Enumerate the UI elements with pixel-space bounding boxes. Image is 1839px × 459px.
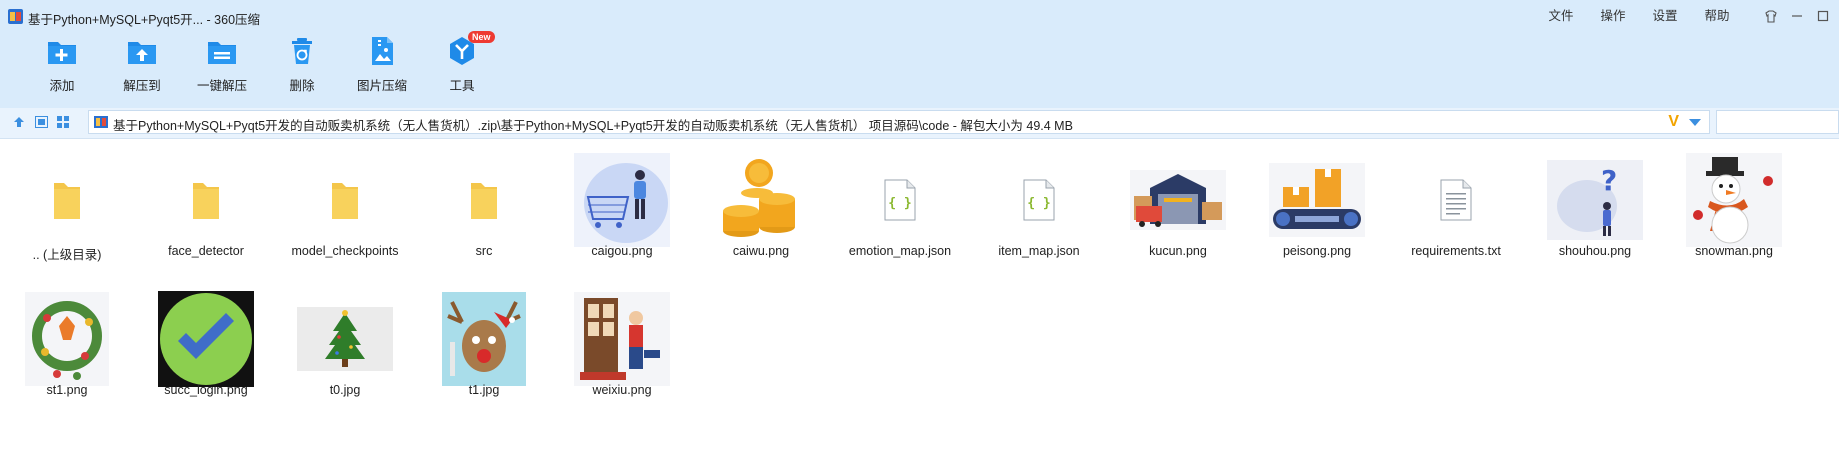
tools-label: 工具	[449, 79, 475, 93]
file-name: face_detector	[168, 244, 244, 258]
file-item-shouhou[interactable]: ? shouhou.png	[1530, 146, 1660, 276]
dropdown-arrow-icon[interactable]	[1689, 119, 1701, 126]
list-view-icon[interactable]	[34, 115, 48, 129]
maximize-icon[interactable]	[1813, 7, 1833, 25]
window-title: 基于Python+MySQL+Pyqt5开... - 360压缩	[28, 13, 261, 27]
file-item-st1[interactable]: st1.png	[2, 285, 132, 415]
app-logo-icon	[8, 9, 23, 24]
file-item-model-checkpoints[interactable]: model_checkpoints	[280, 146, 410, 276]
folder-icon	[471, 183, 497, 219]
file-name: kucun.png	[1149, 244, 1207, 258]
one-click-extract-label: 一键解压	[196, 79, 247, 93]
menu-operate[interactable]: 操作	[1587, 7, 1639, 25]
one-click-extract-button[interactable]: 一键解压	[182, 34, 262, 94]
folder-icon	[332, 183, 358, 219]
json-file-icon: { }	[1023, 179, 1055, 221]
add-label: 添加	[49, 79, 75, 93]
file-item-snowman[interactable]: snowman.png	[1669, 146, 1799, 276]
file-item-item-map[interactable]: { } item_map.json	[974, 146, 1104, 276]
file-name: requirements.txt	[1411, 244, 1501, 258]
nav-icons	[12, 115, 70, 129]
file-item-requirements[interactable]: requirements.txt	[1391, 146, 1521, 276]
menu-settings[interactable]: 设置	[1639, 7, 1691, 25]
file-name: emotion_map.json	[848, 244, 952, 258]
shopping-cart-thumbnail	[574, 153, 670, 247]
file-item-kucun[interactable]: kucun.png	[1113, 146, 1243, 276]
archive-icon	[94, 116, 108, 128]
file-name: succ_login.png	[164, 383, 248, 397]
address-row: 基于Python+MySQL+Pyqt5开发的自动贩卖机系统（无人售货机）.zi…	[0, 108, 1839, 139]
svg-text:{ }: { }	[1027, 196, 1050, 211]
repairman-thumbnail	[574, 292, 670, 386]
new-badge: New	[468, 31, 495, 43]
wreath-fox-thumbnail	[25, 292, 109, 386]
file-item-caigou[interactable]: caigou.png	[557, 146, 687, 276]
file-name: src	[475, 244, 493, 258]
file-item-emotion-map[interactable]: { } emotion_map.json	[835, 146, 965, 276]
extract-to-label: 解压到	[123, 79, 161, 93]
extract-to-icon	[128, 42, 156, 64]
svg-text:{ }: { }	[888, 196, 911, 211]
file-name: .. (上级目录)	[32, 248, 102, 262]
file-item-t0[interactable]: t0.jpg	[280, 285, 410, 415]
search-input[interactable]	[1716, 110, 1839, 134]
file-name: shouhou.png	[1558, 244, 1632, 258]
image-compress-label: 图片压缩	[356, 79, 407, 93]
file-item-weixiu[interactable]: weixiu.png	[557, 285, 687, 415]
add-button[interactable]: 添加	[22, 34, 102, 94]
christmas-tree-thumbnail	[297, 307, 393, 371]
file-name: model_checkpoints	[291, 244, 399, 258]
title-toolbar-area: 基于Python+MySQL+Pyqt5开... - 360压缩 文件 操作 设…	[0, 0, 1839, 108]
file-name: st1.png	[46, 383, 88, 397]
file-item-caiwu[interactable]: caiwu.png	[696, 146, 826, 276]
file-name: peisong.png	[1282, 244, 1352, 258]
file-item-src[interactable]: src	[419, 146, 549, 276]
file-item-face-detector[interactable]: face_detector	[141, 146, 271, 276]
coins-thumbnail	[713, 153, 809, 247]
folder-icon	[193, 183, 219, 219]
file-item-parent-dir[interactable]: .. (上级目录)	[2, 146, 132, 276]
toolbar: 添加 解压到 一键解压 删除 图片压缩 New 工具	[22, 31, 502, 94]
customer-service-thumbnail: ?	[1547, 160, 1643, 240]
warehouse-thumbnail	[1130, 170, 1226, 230]
grid-view-icon[interactable]	[56, 115, 70, 129]
add-icon	[48, 42, 76, 64]
window-controls	[1761, 7, 1833, 25]
delete-icon	[292, 38, 312, 64]
file-name: t0.jpg	[329, 383, 361, 397]
skin-icon[interactable]	[1761, 7, 1781, 25]
image-compress-icon	[372, 37, 393, 65]
verify-v-icon[interactable]: V	[1668, 113, 1679, 131]
folder-icon	[54, 183, 80, 219]
snowman-thumbnail	[1686, 153, 1782, 247]
file-item-t1[interactable]: t1.jpg	[419, 285, 549, 415]
file-name: t1.jpg	[468, 383, 500, 397]
conveyor-boxes-thumbnail	[1269, 163, 1365, 237]
file-name: weixiu.png	[592, 383, 652, 397]
menu-file[interactable]: 文件	[1535, 7, 1587, 25]
up-arrow-icon[interactable]	[12, 115, 26, 129]
file-name: item_map.json	[998, 244, 1080, 258]
json-file-icon: { }	[884, 179, 916, 221]
menu-bar: 文件 操作 设置 帮助	[1535, 7, 1743, 25]
file-item-peisong[interactable]: peisong.png	[1252, 146, 1382, 276]
address-path: 基于Python+MySQL+Pyqt5开发的自动贩卖机系统（无人售货机）.zi…	[113, 119, 1073, 133]
menu-help[interactable]: 帮助	[1691, 7, 1743, 25]
file-name: snowman.png	[1695, 244, 1773, 258]
delete-label: 删除	[289, 79, 315, 93]
checkmark-thumbnail	[158, 291, 254, 387]
delete-button[interactable]: 删除	[262, 34, 342, 94]
one-click-extract-icon	[208, 42, 236, 64]
address-bar[interactable]: 基于Python+MySQL+Pyqt5开发的自动贩卖机系统（无人售货机）.zi…	[88, 110, 1710, 134]
extract-to-button[interactable]: 解压到	[102, 34, 182, 94]
svg-text:?: ?	[1601, 164, 1617, 197]
image-compress-button[interactable]: 图片压缩	[342, 34, 422, 94]
file-name: caigou.png	[591, 244, 653, 258]
text-file-icon	[1440, 179, 1472, 221]
file-item-succ-login[interactable]: succ_login.png	[141, 285, 271, 415]
tools-button[interactable]: New 工具	[422, 31, 502, 94]
file-name: caiwu.png	[732, 244, 790, 258]
minimize-icon[interactable]	[1787, 7, 1807, 25]
reindeer-thumbnail	[442, 292, 526, 386]
